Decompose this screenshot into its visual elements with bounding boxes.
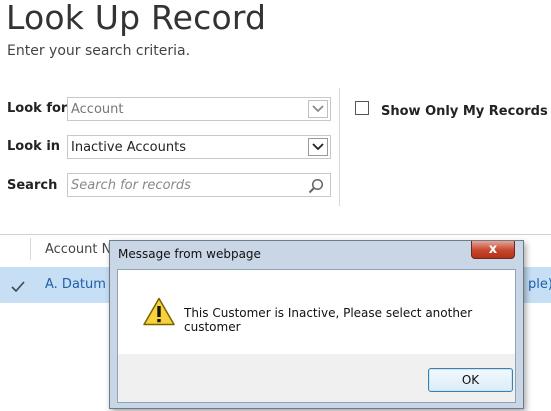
look-in-label: Look in — [7, 139, 61, 154]
dialog-title: Message from webpage — [118, 247, 261, 261]
search-label: Search — [7, 178, 58, 193]
chevron-down-icon[interactable] — [308, 138, 328, 156]
page-subtitle: Enter your search criteria. — [7, 43, 191, 59]
ok-button-label: OK — [461, 373, 480, 387]
message-dialog: Message from webpage x This Customer is … — [109, 240, 524, 409]
grid-header-account-name[interactable]: Account N — [45, 242, 111, 257]
show-only-my-records-checkbox[interactable] — [355, 101, 369, 115]
search-placeholder: Search for records — [71, 178, 191, 193]
row-right-link-fragment[interactable]: ple) — [528, 277, 551, 292]
look-for-value: Account — [71, 102, 124, 117]
look-in-select[interactable]: Inactive Accounts — [67, 135, 331, 159]
dialog-message: This Customer is Inactive, Please select… — [184, 306, 473, 334]
checkmark-icon[interactable] — [11, 278, 25, 297]
show-only-my-records-label: Show Only My Records — [381, 104, 548, 119]
warning-icon — [143, 297, 175, 330]
ok-button[interactable]: OK — [428, 368, 513, 392]
chevron-down-icon[interactable] — [308, 100, 328, 118]
vertical-divider — [339, 88, 340, 206]
look-in-value: Inactive Accounts — [71, 140, 186, 155]
grid-top-border — [0, 234, 551, 235]
dialog-body: This Customer is Inactive, Please select… — [117, 269, 516, 403]
page-title: Look Up Record — [6, 0, 267, 37]
look-for-select[interactable]: Account — [67, 97, 331, 121]
search-input[interactable]: Search for records — [67, 173, 331, 197]
close-icon: x — [488, 242, 498, 257]
account-name-link[interactable]: A. Datum C — [45, 277, 119, 292]
grid-header-separator — [30, 238, 31, 260]
search-icon[interactable] — [308, 178, 324, 198]
look-for-label: Look for — [7, 101, 68, 116]
dialog-close-button[interactable]: x — [471, 241, 515, 259]
